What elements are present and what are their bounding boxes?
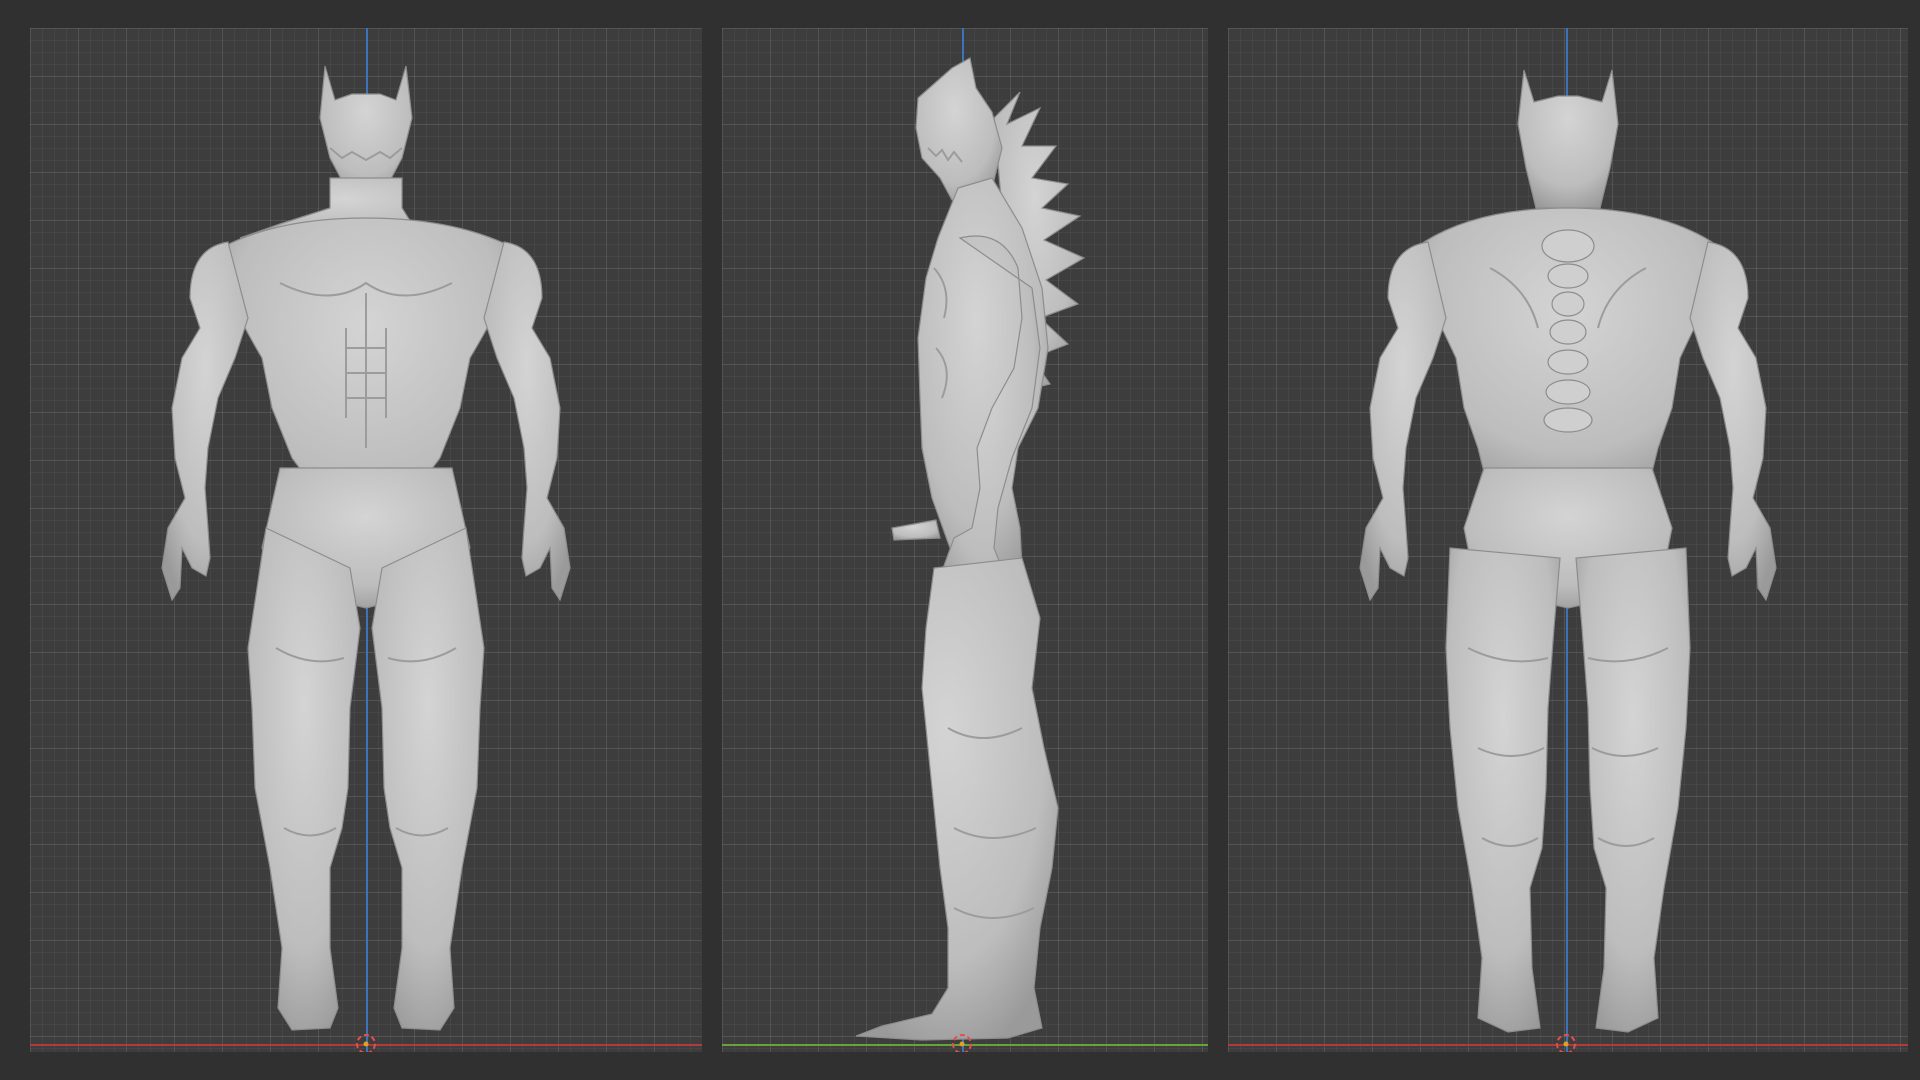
viewport-side[interactable]: [722, 28, 1208, 1052]
model-back-view[interactable]: [1228, 28, 1908, 1052]
model-front-view[interactable]: [30, 28, 702, 1052]
app-window: [0, 0, 1920, 1080]
viewport-front[interactable]: [30, 28, 702, 1052]
3d-cursor-icon[interactable]: [354, 1032, 378, 1052]
3d-cursor-icon[interactable]: [950, 1032, 974, 1052]
model-side-view[interactable]: [722, 28, 1208, 1052]
viewport-back[interactable]: [1228, 28, 1908, 1052]
3d-cursor-icon[interactable]: [1554, 1032, 1578, 1052]
